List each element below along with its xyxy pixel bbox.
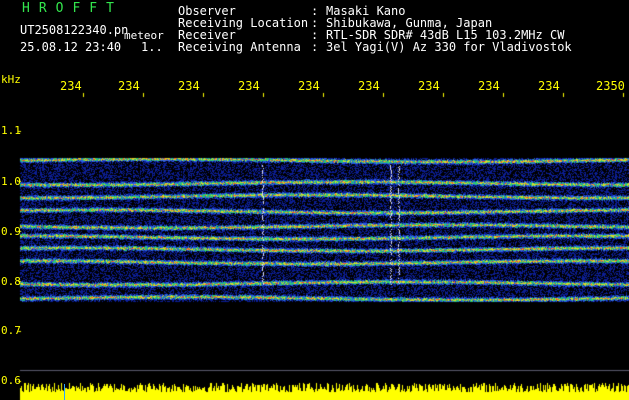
y-tick: 0.8 (1, 275, 21, 288)
antenna-label: Receiving Antenna (178, 40, 301, 54)
antenna-value: 3el Yagi(V) Az 330 for Vladivostok (326, 40, 572, 54)
x-tick: 234 (298, 79, 320, 93)
brand-title: HROFFT (22, 1, 123, 16)
x-tick: 234 (418, 79, 440, 93)
y-tick: 1.1 (1, 124, 21, 137)
x-tick: 234 (178, 79, 200, 93)
counter: 1.. (141, 40, 163, 54)
x-tick: 234 (358, 79, 380, 93)
y-tick: 0.7 (1, 324, 21, 337)
x-tick: 234 (478, 79, 500, 93)
y-tick: 1.0 (1, 175, 21, 188)
file-name: UT2508122340.pn (20, 23, 129, 37)
y-tick: 0.6 (1, 374, 21, 387)
x-tick: 234 (538, 79, 560, 93)
timestamp: 25.08.12 23:40 (20, 40, 122, 54)
antenna-sep: : (311, 40, 319, 54)
time-cursor (64, 384, 65, 400)
x-tick: 234 (118, 79, 140, 93)
y-tick: 0.9 (1, 225, 21, 238)
x-tick: 234 (238, 79, 260, 93)
spectrogram-canvas (0, 0, 629, 400)
y-axis-unit: kHz (1, 73, 21, 86)
x-tick: 2350 (596, 79, 625, 93)
x-tick: 234 (60, 79, 82, 93)
